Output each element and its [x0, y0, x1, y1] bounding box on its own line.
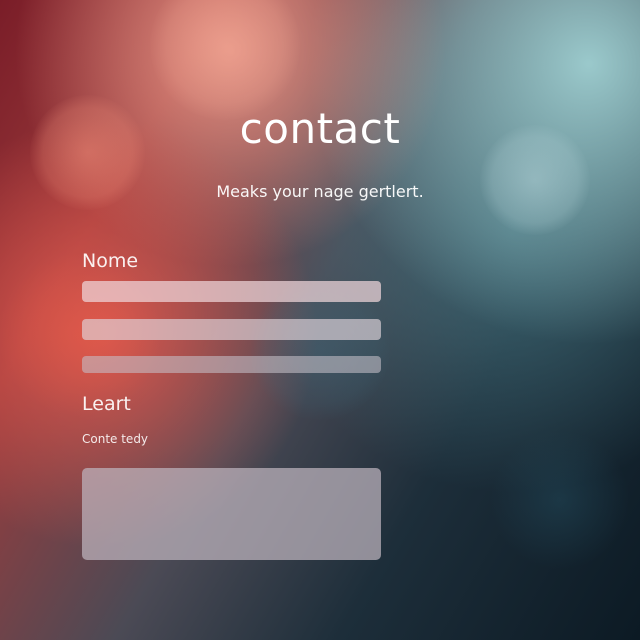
name-label: Nome	[82, 250, 139, 272]
message-textarea[interactable]	[82, 468, 381, 560]
hint-text: Conte tedy	[82, 432, 149, 446]
name-input[interactable]	[82, 281, 381, 302]
bokeh-light	[150, 0, 300, 120]
page-title: contact	[239, 104, 401, 153]
contact-page: { "header": { "title": "contact", "subti…	[0, 0, 640, 640]
bokeh-light	[490, 430, 630, 570]
page-subtitle: Meaks your nage gertlert.	[216, 182, 424, 201]
second-input[interactable]	[82, 319, 381, 340]
third-input[interactable]	[82, 356, 381, 373]
section-label: Leart	[82, 393, 131, 415]
